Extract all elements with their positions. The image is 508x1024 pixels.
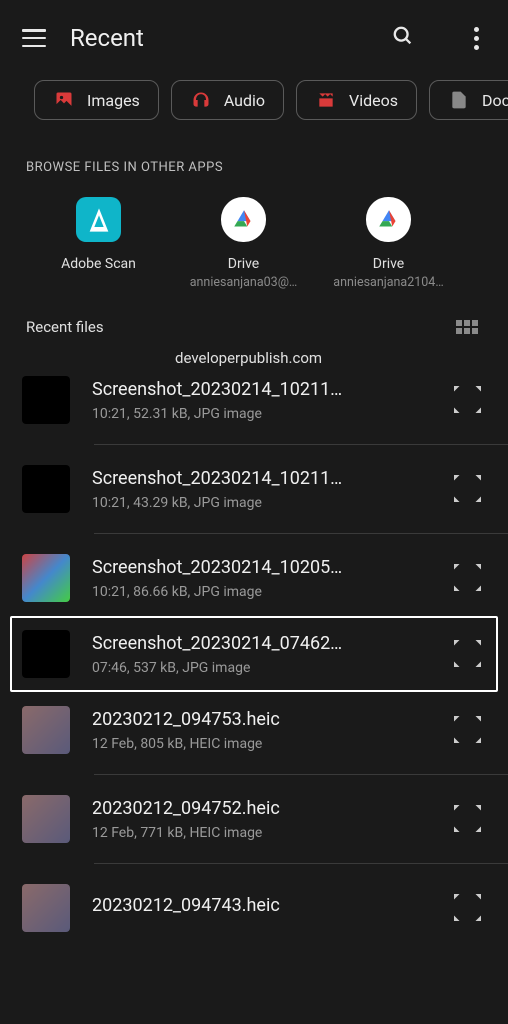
file-meta: 12 Feb, 805 kB, HEIC image: [92, 736, 440, 752]
file-meta: 10:21, 52.31 kB, JPG image: [92, 406, 440, 422]
file-info: Screenshot_20230214_10211… 10:21, 52.31 k…: [92, 379, 440, 422]
app-subtitle: anniesanjana2104…: [333, 275, 443, 290]
app-item[interactable]: Drive anniesanjana03@…: [171, 197, 316, 290]
expand-icon[interactable]: [454, 386, 482, 414]
apps-row: Adobe Scan Drive anniesanjana03@… Drive anni…: [26, 197, 482, 290]
file-meta: 10:21, 43.29 kB, JPG image: [92, 495, 440, 511]
expand-icon[interactable]: [454, 475, 482, 503]
expand-icon[interactable]: [454, 640, 482, 668]
clapper-icon: [315, 89, 337, 111]
top-bar: Recent: [0, 0, 508, 76]
file-name: 20230212_094753.heic: [92, 709, 440, 730]
file-thumbnail: [22, 884, 70, 932]
file-thumbnail: [22, 376, 70, 424]
filter-chips: Images Audio Videos Docu: [0, 76, 508, 138]
file-thumbnail: [22, 465, 70, 513]
divider: [94, 774, 508, 775]
file-info: 20230212_094743.heic: [92, 895, 440, 922]
file-name: Screenshot_20230214_10211…: [92, 468, 440, 489]
chip-label: Docu: [482, 91, 508, 110]
file-row[interactable]: 20230212_094753.heic 12 Feb, 805 kB, HEIC…: [0, 694, 508, 766]
file-name: 20230212_094752.heic: [92, 798, 440, 819]
document-icon: [448, 89, 470, 111]
filter-chip-videos[interactable]: Videos: [296, 80, 417, 120]
divider: [94, 863, 508, 864]
expand-icon[interactable]: [454, 716, 482, 744]
file-info: Screenshot_20230214_10205… 10:21, 86.66 k…: [92, 557, 440, 600]
file-meta: 12 Feb, 771 kB, HEIC image: [92, 825, 440, 841]
file-thumbnail: [22, 795, 70, 843]
file-meta: 07:46, 537 kB, JPG image: [92, 660, 440, 676]
divider: [94, 444, 508, 445]
file-info: 20230212_094753.heic 12 Feb, 805 kB, HEIC…: [92, 709, 440, 752]
chip-label: Audio: [224, 91, 265, 110]
file-info: Screenshot_20230214_07462… 07:46, 537 kB,…: [92, 633, 440, 676]
grid-view-icon[interactable]: [456, 320, 478, 334]
file-row[interactable]: Screenshot_20230214_10211… 10:21, 52.31 k…: [0, 364, 508, 436]
filter-chip-images[interactable]: Images: [34, 80, 159, 120]
file-info: Screenshot_20230214_10211… 10:21, 43.29 k…: [92, 468, 440, 511]
app-icon: [366, 197, 411, 242]
file-list: Screenshot_20230214_10211… 10:21, 52.31 k…: [0, 344, 508, 944]
image-icon: [53, 89, 75, 111]
file-info: 20230212_094752.heic 12 Feb, 771 kB, HEIC…: [92, 798, 440, 841]
file-thumbnail: [22, 630, 70, 678]
browse-title: BROWSE FILES IN OTHER APPS: [26, 160, 482, 175]
filter-chip-docu[interactable]: Docu: [429, 80, 508, 120]
app-subtitle: anniesanjana03@…: [190, 275, 298, 290]
divider: [94, 533, 508, 534]
chip-label: Videos: [349, 91, 398, 110]
file-name: Screenshot_20230214_07462…: [92, 633, 440, 654]
app-name: Drive: [228, 256, 259, 272]
app-item[interactable]: Drive anniesanjana2104…: [316, 197, 461, 290]
recent-files-header: Recent files: [0, 290, 508, 344]
app-item[interactable]: Adobe Scan: [26, 197, 171, 290]
filter-chip-audio[interactable]: Audio: [171, 80, 284, 120]
file-name: Screenshot_20230214_10205…: [92, 557, 440, 578]
more-options-icon[interactable]: [466, 27, 486, 50]
app-icon: [221, 197, 266, 242]
chip-label: Images: [87, 91, 140, 110]
app-name: Adobe Scan: [61, 256, 136, 272]
expand-icon[interactable]: [454, 894, 482, 922]
headphones-icon: [190, 89, 212, 111]
search-icon[interactable]: [392, 25, 414, 51]
recent-title: Recent files: [26, 318, 104, 336]
file-row[interactable]: Screenshot_20230214_10211… 10:21, 43.29 k…: [0, 453, 508, 525]
file-row[interactable]: Screenshot_20230214_07462… 07:46, 537 kB,…: [10, 616, 498, 692]
page-title: Recent: [70, 24, 368, 52]
file-name: Screenshot_20230214_10211…: [92, 379, 440, 400]
file-meta: 10:21, 86.66 kB, JPG image: [92, 584, 440, 600]
app-name: Drive: [373, 256, 404, 272]
expand-icon[interactable]: [454, 805, 482, 833]
expand-icon[interactable]: [454, 564, 482, 592]
file-name: 20230212_094743.heic: [92, 895, 440, 916]
app-icon: [76, 197, 121, 242]
file-thumbnail: [22, 554, 70, 602]
app-item[interactable]: Drivespotatit@gm: [461, 197, 482, 290]
file-row[interactable]: 20230212_094743.heic: [0, 872, 508, 944]
hamburger-menu-icon[interactable]: [22, 29, 46, 47]
file-thumbnail: [22, 706, 70, 754]
file-row[interactable]: 20230212_094752.heic 12 Feb, 771 kB, HEIC…: [0, 783, 508, 855]
file-row[interactable]: Screenshot_20230214_10205… 10:21, 86.66 k…: [0, 542, 508, 614]
browse-apps-section: BROWSE FILES IN OTHER APPS Adobe Scan Dri…: [0, 138, 508, 290]
